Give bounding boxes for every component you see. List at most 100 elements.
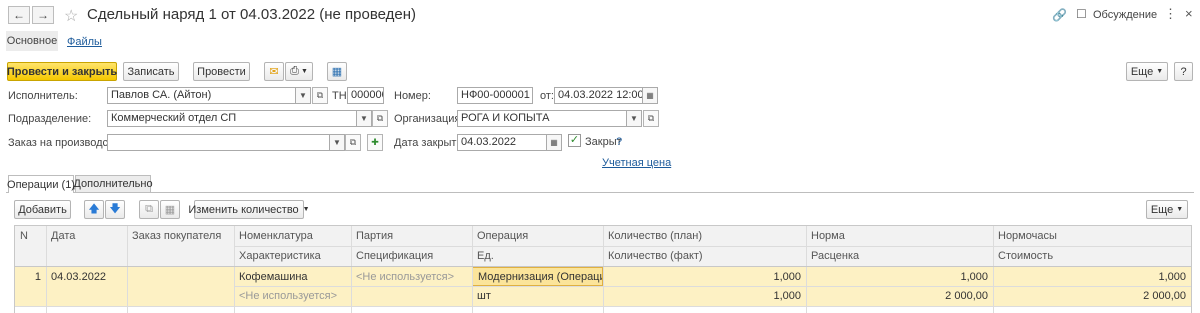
executor-dropdown-icon[interactable]: ▼ (296, 87, 311, 104)
grid-line (806, 226, 807, 313)
help-button[interactable]: ? (1174, 62, 1193, 81)
change-quantity-button[interactable]: Изменить количество ▼ (188, 200, 310, 219)
col-cost[interactable]: Стоимость (993, 246, 1191, 266)
date-field[interactable]: 04.03.2022 12:00:00 (554, 87, 643, 104)
number-label: Номер: (394, 90, 431, 102)
link-icon[interactable]: 🔗 (1052, 8, 1067, 22)
grid-line (234, 246, 1191, 247)
col-nomenclature[interactable]: Номенклатура (234, 226, 351, 246)
department-label: Подразделение: (8, 113, 92, 125)
from-label: от: (540, 90, 554, 102)
structure-icon[interactable]: ▦ (327, 62, 347, 81)
cell-rate[interactable]: 2 000,00 (806, 286, 993, 306)
col-characteristic[interactable]: Характеристика (234, 246, 351, 266)
email-icon[interactable]: ✉ (264, 62, 284, 81)
kebab-menu-icon[interactable]: ⋮ (1164, 6, 1177, 22)
closed-help-icon[interactable]: ? (616, 136, 622, 148)
cell-qty-plan[interactable]: 1,000 (603, 267, 806, 286)
operations-table: N Дата Заказ покупателя Номенклатура Пар… (14, 225, 1192, 313)
grid-line (603, 226, 604, 313)
discussion-icon[interactable]: ☐ (1076, 7, 1087, 21)
copy-icon[interactable]: ⧉ (139, 200, 159, 219)
tn-field[interactable]: 000000 (347, 87, 384, 104)
post-and-close-button[interactable]: Провести и закрыть (7, 62, 117, 81)
col-specification[interactable]: Спецификация (351, 246, 472, 266)
cell-unit[interactable]: шт (472, 286, 603, 306)
printer-icon: ⎙ (290, 65, 299, 77)
production-order-open-icon[interactable]: ⧉ (345, 134, 361, 151)
chevron-down-icon: ▼ (1156, 68, 1164, 75)
save-button[interactable]: Записать (123, 62, 179, 81)
organization-open-icon[interactable]: ⧉ (643, 110, 659, 127)
cell-date[interactable]: 04.03.2022 (46, 267, 127, 286)
back-button[interactable]: ← (8, 6, 30, 24)
grid-line (15, 266, 1191, 267)
favorite-star-icon[interactable]: ☆ (64, 6, 78, 26)
cell-specification[interactable] (351, 286, 472, 306)
executor-open-icon[interactable]: ⧉ (312, 87, 328, 104)
executor-field[interactable]: Павлов СА. (Айтон) (107, 87, 296, 104)
table-more-button[interactable]: Еще ▼ (1146, 200, 1188, 219)
col-date[interactable]: Дата (46, 226, 127, 246)
chevron-down-icon: ▼ (302, 206, 310, 213)
grid-line (15, 306, 1191, 307)
checkmark-icon: ✓ (569, 134, 580, 146)
cell-cost[interactable]: 2 000,00 (993, 286, 1191, 306)
arrow-left-icon: ← (13, 8, 25, 22)
forward-button[interactable]: → (32, 6, 54, 24)
close-icon[interactable]: × (1185, 6, 1193, 21)
move-down-icon[interactable]: 🡇 (105, 200, 125, 219)
col-unit[interactable]: Ед. (472, 246, 603, 266)
move-up-icon[interactable]: 🡅 (84, 200, 104, 219)
cell-characteristic[interactable]: <Не используется> (234, 286, 351, 306)
post-button[interactable]: Провести (193, 62, 250, 81)
cell-norm[interactable]: 1,000 (806, 267, 993, 286)
chevron-down-icon: ▼ (1176, 206, 1184, 213)
cell-norm-hours[interactable]: 1,000 (993, 267, 1191, 286)
delete-icon[interactable]: ▦ (160, 200, 180, 219)
section-tab-files[interactable]: Файлы (67, 36, 102, 48)
col-batch[interactable]: Партия (351, 226, 472, 246)
more-button[interactable]: Еще ▼ (1126, 62, 1168, 81)
col-n[interactable]: N (15, 226, 46, 246)
grid-line (351, 226, 352, 313)
col-qty-plan[interactable]: Количество (план) (603, 226, 806, 246)
cell-n[interactable]: 1 (15, 267, 46, 286)
section-tab-main[interactable]: Основное (6, 31, 58, 51)
grid-line (234, 226, 235, 313)
col-rate[interactable]: Расценка (806, 246, 993, 266)
production-order-dropdown-icon[interactable]: ▼ (330, 134, 345, 151)
calendar-icon[interactable]: ▦ (643, 87, 658, 104)
col-qty-fact[interactable]: Количество (факт) (603, 246, 806, 266)
close-date-field[interactable]: 04.03.2022 (457, 134, 547, 151)
accounting-price-link[interactable]: Учетная цена (602, 157, 671, 169)
department-open-icon[interactable]: ⧉ (372, 110, 388, 127)
tab-divider (6, 192, 1194, 193)
col-operation[interactable]: Операция (472, 226, 603, 246)
tab-operations[interactable]: Операции (1) (7, 175, 75, 193)
create-order-icon[interactable]: ✚ (367, 134, 383, 151)
number-field[interactable]: НФ00-000001 (457, 87, 533, 104)
cell-operation[interactable]: Модернизация (Операция) (472, 267, 603, 286)
col-norm[interactable]: Норма (806, 226, 993, 246)
production-order-field[interactable] (107, 134, 330, 151)
cell-customer-order[interactable] (127, 267, 234, 286)
add-button[interactable]: Добавить (14, 200, 71, 219)
cell-nomenclature[interactable]: Кофемашина (234, 267, 351, 286)
col-norm-hours[interactable]: Нормочасы (993, 226, 1191, 246)
organization-field[interactable]: РОГА И КОПЫТА (457, 110, 627, 127)
organization-dropdown-icon[interactable]: ▼ (627, 110, 642, 127)
closed-checkbox[interactable]: ✓ (568, 134, 581, 147)
tab-additional[interactable]: Дополнительно (73, 175, 153, 192)
print-dropdown[interactable]: ⎙ ▼ (285, 62, 313, 81)
chevron-down-icon: ▼ (300, 68, 308, 75)
close-date-calendar-icon[interactable]: ▦ (547, 134, 562, 151)
discussion-button[interactable]: Обсуждение (1093, 9, 1157, 21)
grid-line (993, 226, 994, 313)
department-dropdown-icon[interactable]: ▼ (357, 110, 372, 127)
window-title: Сдельный наряд 1 от 04.03.2022 (не прове… (87, 6, 417, 23)
col-customer-order[interactable]: Заказ покупателя (127, 226, 234, 246)
department-field[interactable]: Коммерческий отдел СП (107, 110, 357, 127)
cell-batch[interactable]: <Не используется> (351, 267, 472, 286)
cell-qty-fact[interactable]: 1,000 (603, 286, 806, 306)
